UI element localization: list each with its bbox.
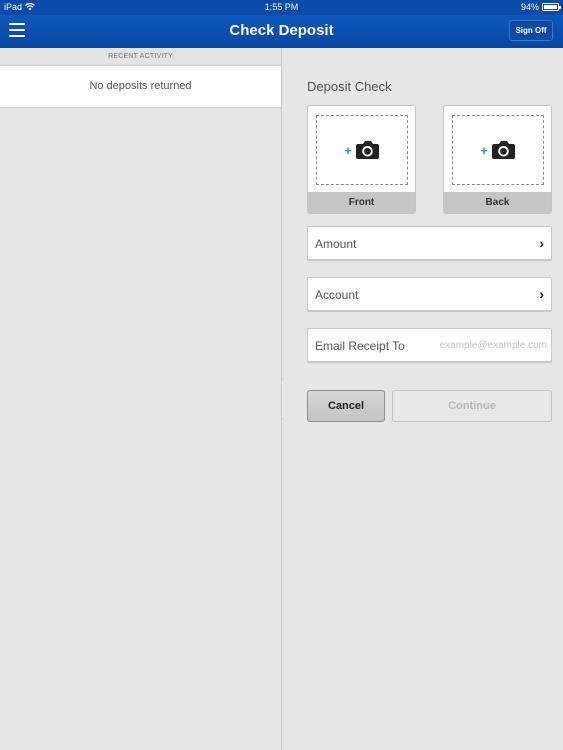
nav-bar: Check Deposit Sign Off bbox=[0, 15, 563, 48]
email-receipt-field[interactable]: Email Receipt To bbox=[307, 328, 552, 362]
cancel-button[interactable]: Cancel bbox=[307, 390, 385, 422]
page-title: Check Deposit bbox=[229, 22, 334, 39]
email-receipt-label: Email Receipt To bbox=[315, 339, 405, 353]
plus-icon: + bbox=[344, 142, 352, 158]
camera-icon bbox=[355, 141, 379, 159]
deposit-check-title: Deposit Check bbox=[307, 79, 392, 94]
status-time: 1:55 PM bbox=[264, 2, 299, 12]
amount-label: Amount bbox=[315, 237, 357, 251]
capture-back-button[interactable]: + Back bbox=[443, 105, 552, 214]
chevron-right-icon: › bbox=[539, 235, 544, 251]
status-right: 94% bbox=[520, 2, 561, 12]
status-bar: iPad 1:55 PM 94% bbox=[0, 0, 563, 15]
back-image-frame: + bbox=[452, 115, 544, 185]
chevron-right-icon: › bbox=[539, 286, 544, 302]
battery-icon bbox=[542, 3, 561, 11]
empty-deposits-message: No deposits returned bbox=[0, 65, 281, 108]
email-input[interactable] bbox=[419, 336, 547, 354]
capture-front-button[interactable]: + Front bbox=[307, 105, 416, 214]
continue-button[interactable]: Continue bbox=[392, 390, 552, 422]
sign-off-button[interactable]: Sign Off bbox=[509, 20, 553, 41]
plus-icon: + bbox=[480, 142, 488, 158]
deposit-check-pane: Deposit Check + Front + Back Amount › Ac… bbox=[283, 48, 563, 750]
account-field[interactable]: Account › bbox=[307, 277, 552, 311]
recent-activity-pane: RECENT ACTIVITY No deposits returned bbox=[0, 48, 282, 750]
battery-percent: 94% bbox=[520, 2, 539, 12]
recent-activity-header: RECENT ACTIVITY bbox=[0, 48, 281, 65]
amount-field[interactable]: Amount › bbox=[307, 226, 552, 260]
back-label: Back bbox=[444, 192, 551, 213]
camera-icon bbox=[491, 141, 515, 159]
account-label: Account bbox=[315, 288, 359, 302]
front-image-frame: + bbox=[316, 115, 408, 185]
front-label: Front bbox=[308, 192, 415, 213]
